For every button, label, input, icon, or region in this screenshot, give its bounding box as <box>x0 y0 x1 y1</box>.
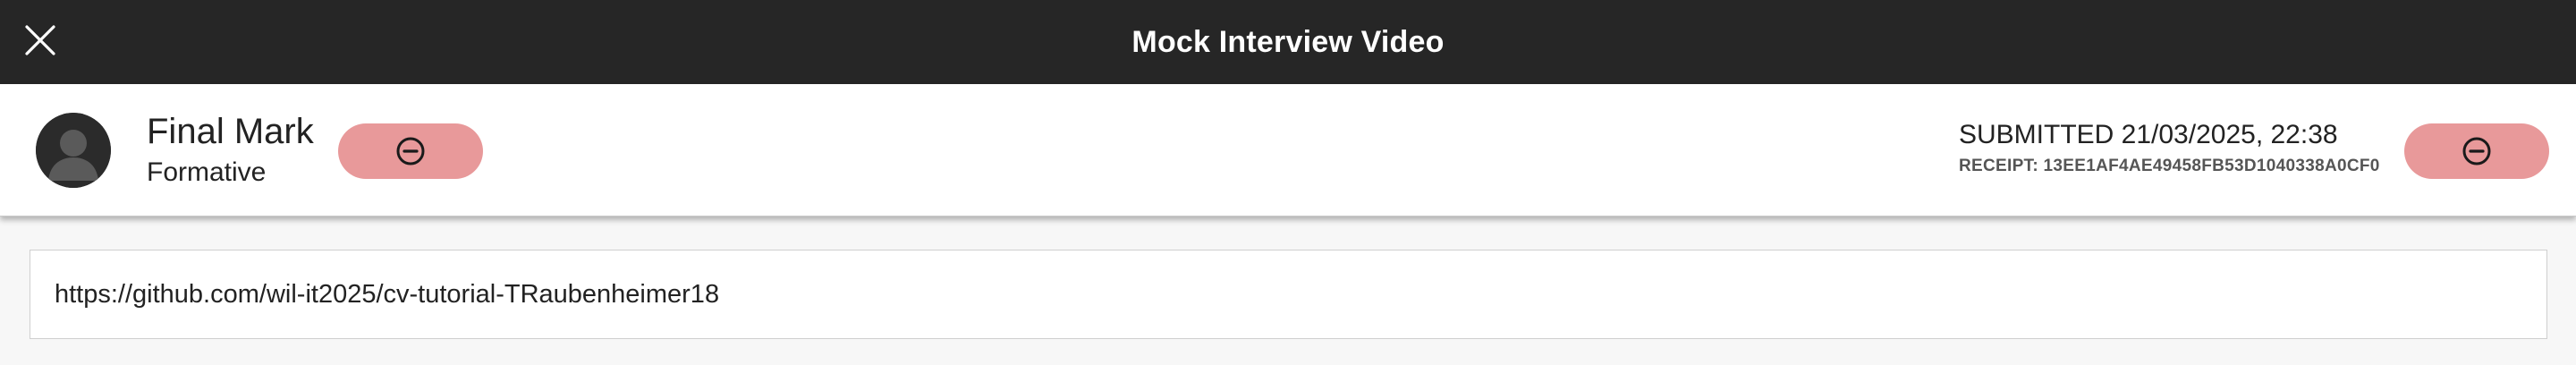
page-title: Mock Interview Video <box>1131 24 1445 59</box>
final-mark-title: Final Mark <box>147 112 314 151</box>
mark-type: Formative <box>147 157 267 187</box>
mark-info: Final Mark Formative <box>147 111 314 188</box>
submission-url-text: https://github.com/wil-it2025/cv-tutoria… <box>55 279 720 309</box>
top-bar: Mock Interview Video <box>0 0 2576 84</box>
submission-header: Final Mark Formative SUBMITTED 21/03/202… <box>0 84 2576 216</box>
submission-url-field[interactable]: https://github.com/wil-it2025/cv-tutoria… <box>30 250 2547 339</box>
minus-circle-icon <box>396 137 425 166</box>
user-avatar-icon <box>36 113 111 188</box>
submission-info: SUBMITTED 21/03/2025, 22:38 RECEIPT: 13E… <box>1959 120 2380 176</box>
receipt-id: RECEIPT: 13EE1AF4AE49458FB53D1040338A0CF… <box>1959 157 2380 175</box>
submission-status-button[interactable] <box>2404 123 2549 179</box>
minus-circle-icon <box>2462 137 2491 166</box>
mark-status-button[interactable] <box>338 123 483 179</box>
submitted-timestamp: SUBMITTED 21/03/2025, 22:38 <box>1959 120 2338 149</box>
